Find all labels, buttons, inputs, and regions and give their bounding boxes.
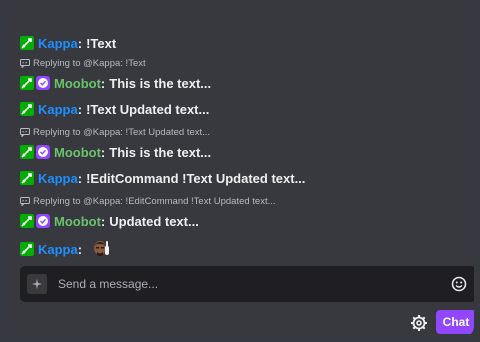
colon: : <box>100 75 106 91</box>
message-text: This is the text... <box>109 75 212 91</box>
sword-icon <box>21 244 32 255</box>
gear-icon <box>411 315 427 331</box>
reply-icon <box>20 196 30 206</box>
chat-message: Moobot : Updated text... <box>20 210 466 232</box>
sword-icon <box>21 147 32 158</box>
verified-badge[interactable] <box>36 214 50 228</box>
username-moobot[interactable]: Moobot <box>54 76 101 91</box>
username-kappa[interactable]: Kappa <box>38 36 78 51</box>
reply-context[interactable]: Replying to @Kappa: !EditCommand !Text U… <box>20 192 466 210</box>
mod-badge[interactable] <box>20 214 34 228</box>
chat-panel: Kappa : !Text Replying to @Kappa: !Text … <box>8 4 474 338</box>
reply-icon <box>20 127 30 137</box>
username-kappa[interactable]: Kappa <box>38 102 78 117</box>
message-text: !EditCommand !Text Updated text... <box>86 170 306 186</box>
message-text: Updated text... <box>109 213 199 229</box>
mod-badge[interactable] <box>20 102 34 116</box>
username-moobot[interactable]: Moobot <box>54 214 101 229</box>
checkmark-icon <box>38 147 48 157</box>
verified-badge[interactable] <box>36 145 50 159</box>
message-text: This is the text... <box>109 144 212 160</box>
chat-input-box <box>20 266 474 302</box>
colon: : <box>77 35 83 51</box>
emoji-icon <box>451 276 467 292</box>
sparkle-button[interactable] <box>27 274 47 294</box>
mod-badge[interactable] <box>20 171 34 185</box>
emoji-button[interactable] <box>449 274 469 294</box>
chat-message: Moobot : This is the text... <box>20 141 466 163</box>
reply-text: Replying to @Kappa: !Text Updated text..… <box>33 126 211 138</box>
reply-icon <box>20 58 30 68</box>
checkmark-icon <box>38 78 48 88</box>
sword-icon <box>21 216 32 227</box>
sparkle-icon <box>32 279 42 289</box>
colon: : <box>77 170 83 186</box>
chat-message: Kappa : !Text <box>20 32 466 54</box>
username-kappa[interactable]: Kappa <box>38 242 78 257</box>
message-text: !Text <box>86 35 117 51</box>
username-kappa[interactable]: Kappa <box>38 171 78 186</box>
mod-badge[interactable] <box>20 76 34 90</box>
chat-message: Moobot : This is the text... <box>20 72 466 94</box>
chat-message: Kappa : !EditCommand !Text Updated text.… <box>20 167 466 189</box>
pointing-emote[interactable] <box>90 238 112 260</box>
sword-icon <box>21 38 32 49</box>
chat-send-button[interactable]: Chat <box>436 310 474 334</box>
verified-badge[interactable] <box>36 76 50 90</box>
colon: : <box>100 213 106 229</box>
message-text: !Text Updated text... <box>86 101 210 117</box>
sword-icon <box>21 104 32 115</box>
reply-context[interactable]: Replying to @Kappa: !Text Updated text..… <box>20 123 466 141</box>
chat-input[interactable] <box>47 266 449 302</box>
checkmark-icon <box>38 216 48 226</box>
chat-settings-button[interactable] <box>408 312 430 334</box>
message-list: Kappa : !Text Replying to @Kappa: !Text … <box>20 32 466 262</box>
mod-badge[interactable] <box>20 36 34 50</box>
chat-message: Kappa : <box>20 236 466 262</box>
sword-icon <box>21 173 32 184</box>
colon: : <box>100 144 106 160</box>
colon: : <box>77 241 83 257</box>
mod-badge[interactable] <box>20 242 34 256</box>
colon: : <box>77 101 83 117</box>
reply-text: Replying to @Kappa: !Text <box>33 57 146 69</box>
mod-badge[interactable] <box>20 145 34 159</box>
reply-text: Replying to @Kappa: !EditCommand !Text U… <box>33 195 276 207</box>
chat-message: Kappa : !Text Updated text... <box>20 98 466 120</box>
reply-context[interactable]: Replying to @Kappa: !Text <box>20 54 466 72</box>
sword-icon <box>21 78 32 89</box>
username-moobot[interactable]: Moobot <box>54 145 101 160</box>
